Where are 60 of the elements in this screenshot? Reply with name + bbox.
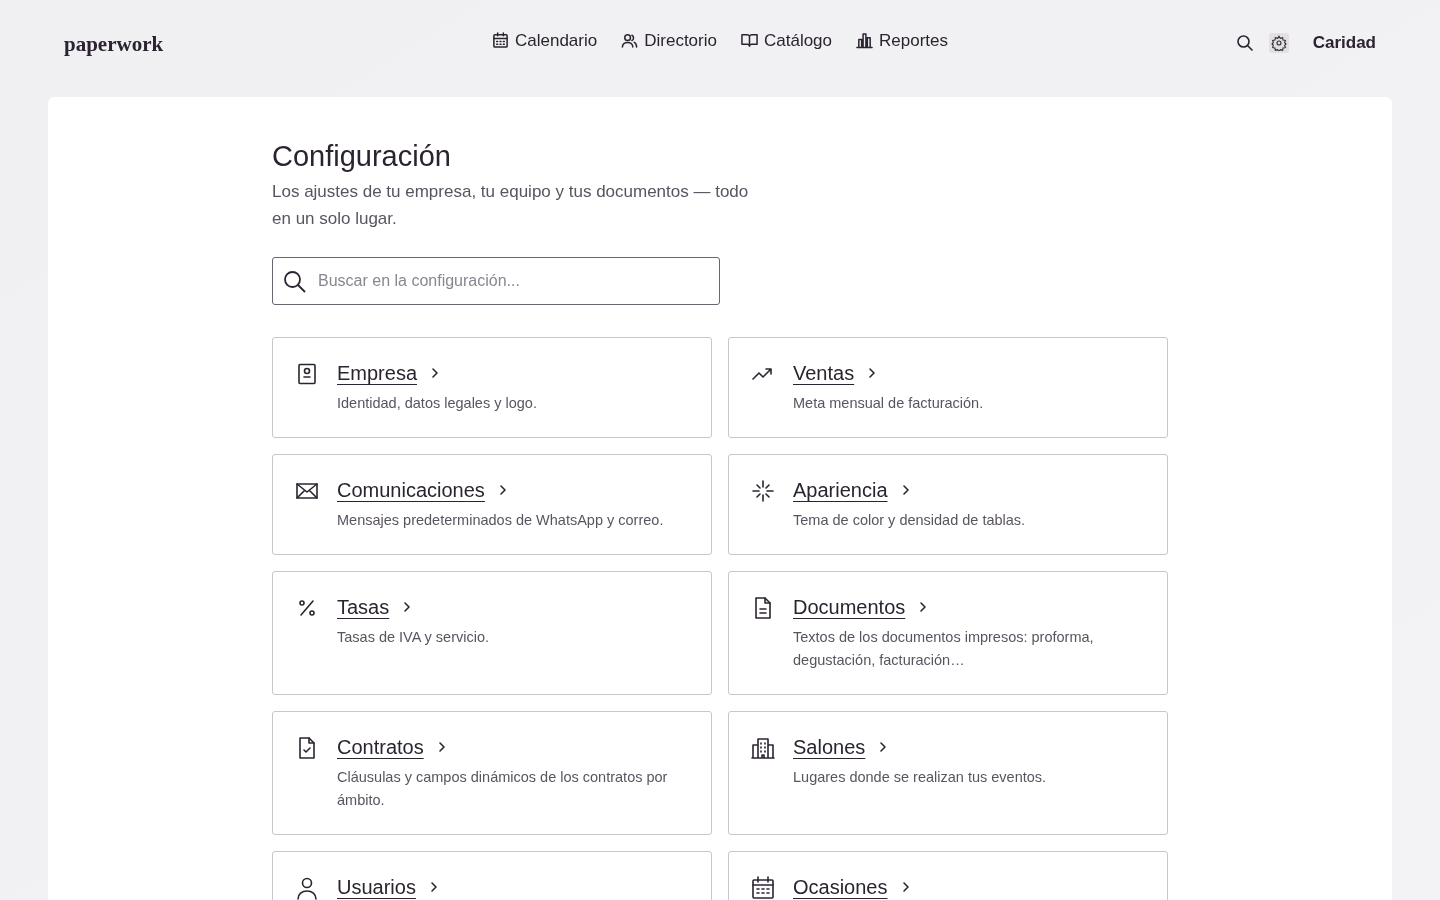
- settings-card[interactable]: Contratos Cláusulas y campos dinámicos de los contratos por ámbito.: [272, 711, 712, 835]
- card-title-link[interactable]: Empresa: [337, 360, 418, 386]
- settings-card[interactable]: Usuarios: [272, 851, 712, 900]
- card-title-link[interactable]: Ocasiones: [793, 874, 888, 900]
- calendar-icon: [492, 32, 509, 50]
- user-icon: [295, 876, 319, 900]
- chevron-right-icon: [403, 601, 412, 613]
- calendar-icon: [751, 876, 775, 900]
- settings-card[interactable]: Ventas Meta mensual de facturación.: [728, 337, 1168, 438]
- card-description: Meta mensual de facturación.: [793, 394, 984, 413]
- chevron-right-icon: [919, 601, 928, 613]
- chevron-right-icon: [879, 741, 888, 753]
- card-title-link[interactable]: Salones: [793, 734, 866, 760]
- card-description: Cláusulas y campos dinámicos de los contratos por ámbito.: [337, 768, 669, 810]
- book-icon: [740, 32, 758, 50]
- settings-card[interactable]: Apariencia Tema de color y densidad de tablas.: [728, 454, 1168, 555]
- card-title-link[interactable]: Usuarios: [337, 874, 416, 900]
- search-field[interactable]: Buscar en la configuración...: [272, 257, 720, 305]
- settings-button[interactable]: [1268, 32, 1289, 53]
- id-card-icon: [295, 362, 319, 386]
- sparkle-icon: [751, 479, 775, 503]
- settings-card[interactable]: Documentos Textos de los documentos impresos: proforma, degustación, facturación…: [728, 571, 1168, 695]
- page-title: Configuración: [272, 139, 452, 174]
- nav-link[interactable]: Directorio: [621, 28, 717, 54]
- user-name[interactable]: Caridad: [1312, 30, 1376, 56]
- search-icon: [1235, 33, 1254, 52]
- logo[interactable]: paperwork: [64, 29, 424, 61]
- card-title-link[interactable]: Ventas: [793, 360, 855, 386]
- page-subtitle: Los ajustes de tu empresa, tu equipo y tus documentos — todo en un solo lugar.: [272, 181, 750, 230]
- card-description: Tasas de IVA y servicio.: [337, 628, 490, 647]
- settings-icon: [1270, 34, 1287, 51]
- card-description: Identidad, datos legales y logo.: [337, 394, 537, 413]
- nav-link[interactable]: Catálogo: [740, 28, 833, 54]
- chevron-right-icon: [429, 881, 438, 893]
- chevron-right-icon: [868, 367, 877, 379]
- settings-card[interactable]: Comunicaciones Mensajes predeterminados de WhatsApp y correo.: [272, 454, 712, 555]
- card-title-link[interactable]: Comunicaciones: [337, 477, 485, 503]
- chevron-right-icon: [901, 881, 910, 893]
- settings-card[interactable]: Ocasiones: [728, 851, 1168, 900]
- card-title-link[interactable]: Contratos: [337, 734, 424, 760]
- card-description: Textos de los documentos impresos: proforma, degustación, facturación…: [793, 628, 1095, 670]
- chart-icon: [856, 32, 874, 50]
- nav-link[interactable]: Reportes: [856, 28, 948, 54]
- card-description: Tema de color y densidad de tablas.: [793, 511, 1026, 530]
- nav-link[interactable]: Calendario: [492, 28, 598, 54]
- settings-card[interactable]: Tasas Tasas de IVA y servicio.: [272, 571, 712, 695]
- settings-card[interactable]: Salones Lugares donde se realizan tus eventos.: [728, 711, 1168, 835]
- card-title-link[interactable]: Documentos: [793, 594, 906, 620]
- people-icon: [621, 32, 639, 50]
- card-title-link[interactable]: Tasas: [337, 594, 390, 620]
- chevron-right-icon: [498, 484, 507, 496]
- card-description: Mensajes predeterminados de WhatsApp y correo.: [337, 511, 664, 530]
- chevron-right-icon: [901, 484, 910, 496]
- chevron-right-icon: [431, 367, 440, 379]
- search-icon: [283, 270, 306, 293]
- chevron-right-icon: [437, 741, 446, 753]
- building-icon: [751, 736, 775, 760]
- card-title-link[interactable]: Apariencia: [793, 477, 888, 503]
- card-description: Lugares donde se realizan tus eventos.: [793, 768, 1047, 787]
- settings-card[interactable]: Empresa Identidad, datos legales y logo.: [272, 337, 712, 438]
